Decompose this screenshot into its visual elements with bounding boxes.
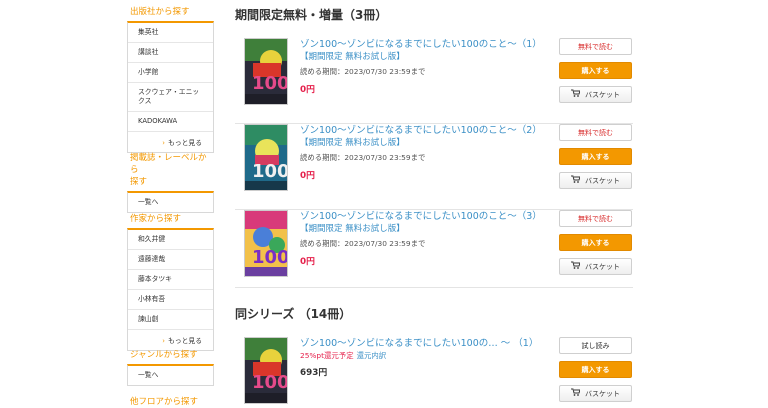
basket-label: バスケット [585, 390, 620, 398]
cart-icon [571, 386, 581, 402]
basket-label: バスケット [585, 263, 620, 271]
author-heading: 作家から探す [130, 214, 182, 224]
book-price: 0円 [300, 171, 315, 181]
magazine-heading-line2: 探す [130, 177, 148, 187]
sidebar-item-publisher[interactable]: 講談社 [128, 43, 213, 63]
floor-heading: 他フロアから探す [130, 397, 199, 407]
book-cover[interactable]: 100 [244, 124, 288, 191]
genre-heading: ジャンルから探す [130, 350, 198, 360]
series-section-title: 同シリーズ （14冊） [235, 307, 352, 321]
cart-icon [571, 87, 581, 103]
genre-list: 一覧へ [127, 364, 214, 386]
sidebar-item-publisher[interactable]: スクウェア・エニックス [128, 83, 213, 112]
book-price: 0円 [300, 257, 315, 267]
read-free-button[interactable]: 無料で読む [559, 38, 632, 55]
book-title-link[interactable]: ゾン100～ゾンビになるまでにしたい100の… ～ （1） [300, 337, 550, 350]
publisher-list: 集英社 講談社 小学館 スクウェア・エニックス KADOKAWA もっと見る [127, 21, 214, 153]
basket-button[interactable]: バスケット [559, 86, 632, 103]
read-free-button[interactable]: 無料で読む [559, 124, 632, 141]
reading-period: 読める期間：2023/07/30 23:59まで [300, 239, 426, 248]
magazine-heading-line1: 掲載誌・レーベルから [130, 153, 207, 175]
sidebar-item-publisher[interactable]: KADOKAWA [128, 112, 213, 132]
genre-index-link[interactable]: 一覧へ [128, 366, 213, 385]
points-info: 25%pt還元予定 還元内訳 [300, 350, 550, 362]
reading-period: 読める期間：2023/07/30 23:59まで [300, 67, 426, 76]
book-item: 100 ゾン100～ゾンビになるまでにしたい100の… ～ （1） 25%pt還… [235, 337, 633, 408]
author-list: 和久井健 遠藤達哉 藤本タツキ 小林有吾 諫山創 もっと見る [127, 228, 214, 351]
book-item: 100 ゾン100～ゾンビになるまでにしたい100のこと～（3） 【期間限定 無… [235, 210, 633, 296]
book-subtitle[interactable]: 【期間限定 無料お試し版】 [300, 51, 550, 64]
read-free-button[interactable]: 無料で読む [559, 210, 632, 227]
sidebar-item-author[interactable]: 和久井健 [128, 230, 213, 250]
publisher-more-link[interactable]: もっと見る [128, 132, 213, 152]
magazine-heading: 掲載誌・レーベルから 探す [127, 150, 214, 191]
cart-icon [571, 259, 581, 275]
svg-text:100: 100 [252, 161, 288, 182]
reading-period: 読める期間：2023/07/30 23:59まで [300, 153, 426, 162]
book-title-link[interactable]: ゾン100～ゾンビになるまでにしたい100のこと～（3） [300, 210, 550, 223]
svg-text:100: 100 [252, 247, 288, 268]
sidebar-item-author[interactable]: 遠藤達哉 [128, 250, 213, 270]
svg-text:100: 100 [252, 372, 288, 393]
purchase-button[interactable]: 購入する [559, 361, 632, 378]
book-subtitle[interactable]: 【期間限定 無料お試し版】 [300, 137, 550, 150]
book-item: 100 ゾン100～ゾンビになるまでにしたい100のこと～（1） 【期間限定 無… [235, 38, 633, 124]
purchase-button[interactable]: 購入する [559, 148, 632, 165]
sidebar-item-author[interactable]: 諫山創 [128, 310, 213, 330]
book-subtitle[interactable]: 【期間限定 無料お試し版】 [300, 223, 550, 236]
sidebar-item-publisher[interactable]: 小学館 [128, 63, 213, 83]
points-breakdown-link[interactable]: 還元内訳 [357, 351, 387, 360]
purchase-button[interactable]: 購入する [559, 62, 632, 79]
book-item: 100 ゾン100～ゾンビになるまでにしたい100のこと～（2） 【期間限定 無… [235, 124, 633, 210]
book-title-link[interactable]: ゾン100～ゾンビになるまでにしたい100のこと～（1） [300, 38, 550, 51]
basket-label: バスケット [585, 91, 620, 99]
publisher-heading: 出版社から探す [130, 7, 190, 17]
purchase-button[interactable]: 購入する [559, 234, 632, 251]
sidebar-item-author[interactable]: 藤本タツキ [128, 270, 213, 290]
limited-free-section-title: 期間限定無料・増量（3冊） [235, 8, 388, 22]
sidebar-item-author[interactable]: 小林有吾 [128, 290, 213, 310]
book-cover[interactable]: 100 [244, 337, 288, 404]
basket-button[interactable]: バスケット [559, 385, 632, 402]
section-divider [235, 287, 633, 288]
cart-icon [571, 173, 581, 189]
book-cover[interactable]: 100 [244, 38, 288, 105]
book-price: 693円 [300, 368, 328, 378]
basket-label: バスケット [585, 177, 620, 185]
book-price: 0円 [300, 85, 315, 95]
svg-text:100: 100 [252, 73, 288, 94]
book-cover[interactable]: 100 [244, 210, 288, 277]
book-title-link[interactable]: ゾン100～ゾンビになるまでにしたい100のこと～（2） [300, 124, 550, 137]
points-rate: 25%pt還元予定 [300, 351, 354, 360]
trial-read-button[interactable]: 試し読み [559, 337, 632, 354]
sidebar-item-publisher[interactable]: 集英社 [128, 23, 213, 43]
basket-button[interactable]: バスケット [559, 172, 632, 189]
basket-button[interactable]: バスケット [559, 258, 632, 275]
